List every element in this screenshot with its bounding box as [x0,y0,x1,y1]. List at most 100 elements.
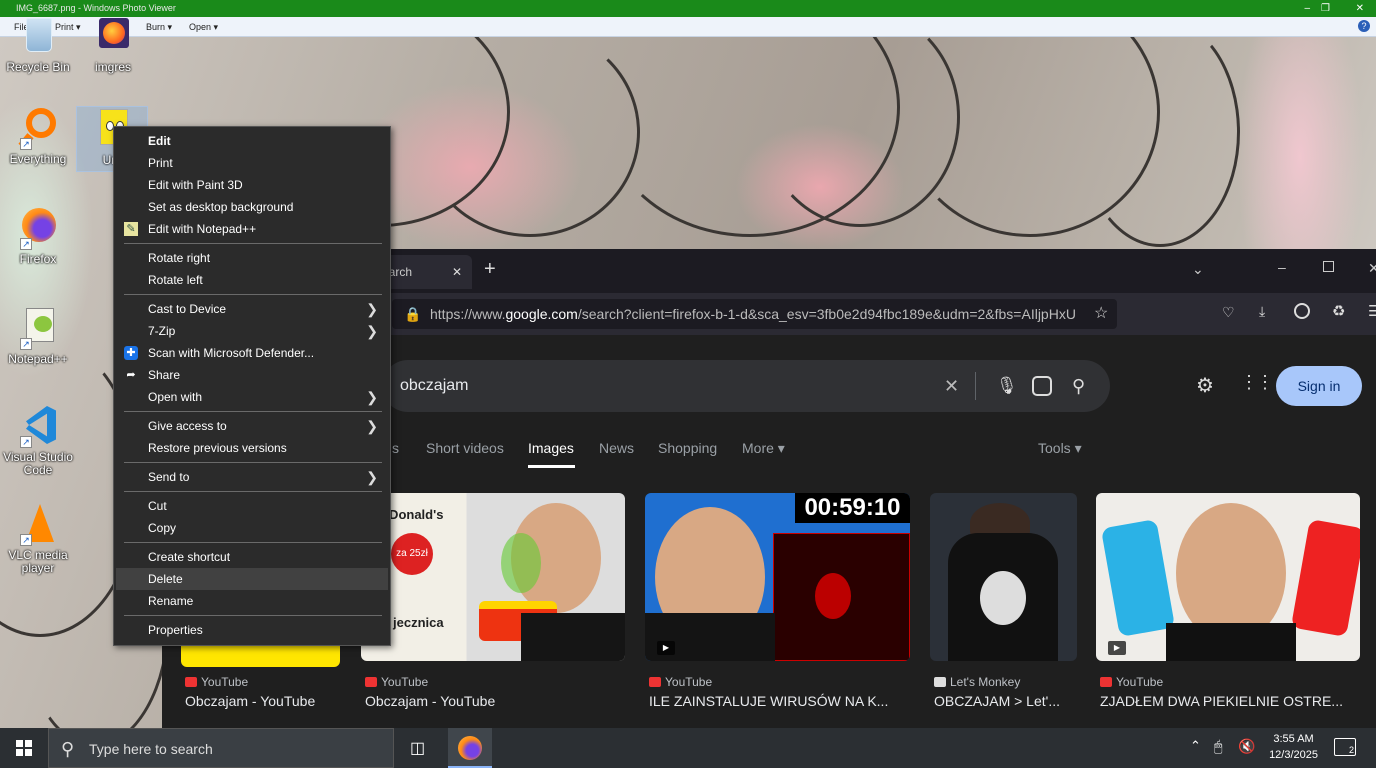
tab-images[interactable]: Images [528,440,574,456]
maximize-icon[interactable]: ❐ [1321,0,1330,17]
tab-close-icon[interactable]: ✕ [452,255,462,289]
search-input[interactable]: obczajam ✕ 🎙 ⚲ [382,360,1110,412]
result-5-title[interactable]: ZJADŁEM DWA PIEKIELNIE OSTRE... [1100,693,1362,709]
settings-gear-icon[interactable]: ⚙ [1196,373,1214,398]
menu-item-share[interactable]: ➦ Share [116,364,388,386]
url-bar[interactable]: 🔒 https://www.google.com/search?client=f… [392,299,1117,329]
new-tab-icon[interactable]: + [484,258,496,281]
result-thumbnail-3[interactable]: 00:59:10 ▶ [645,493,910,661]
menu-item-send-to[interactable]: Send to ❯ [116,466,388,488]
firefox-file-icon [91,14,135,58]
close-icon[interactable]: ✕ [1356,0,1364,17]
menu-separator [124,615,382,616]
volume-muted-icon[interactable]: 🔇 [1238,738,1255,755]
menu-open[interactable]: Open ▾ [189,22,218,33]
submenu-arrow-icon: ❯ [366,389,378,405]
menu-item-7zip[interactable]: 7-Zip ❯ [116,320,388,342]
downloads-icon[interactable]: ⤓ [1259,303,1265,320]
youtube-icon [365,677,377,687]
result-1-title[interactable]: Obczajam - YouTube [185,693,345,709]
list-tabs-chevron-icon[interactable]: ⌄ [1192,261,1204,278]
result-3-title[interactable]: ILE ZAINSTALUJE WIRUSÓW NA K... [649,693,911,709]
help-icon[interactable]: ? [1358,20,1370,32]
minimize-icon[interactable]: – [1278,259,1286,275]
lens-icon[interactable] [1032,376,1052,396]
tab-more[interactable]: More ▾ [742,440,785,457]
vscode-icon: ↗ [16,404,60,448]
menu-item-rename[interactable]: Rename [116,590,388,612]
clear-search-icon[interactable]: ✕ [944,360,959,412]
menu-item-edit-notepadpp[interactable]: ✎ Edit with Notepad++ [116,218,388,240]
desktop-icon-notepadpp[interactable]: ↗ Notepad++ [1,306,75,366]
shortcut-arrow-icon: ↗ [20,436,32,448]
desktop-icon-firefox[interactable]: ↗ Firefox [1,206,75,266]
extensions-icon[interactable]: ♻ [1332,302,1345,320]
desktop-icon-recycle-bin[interactable]: Recycle Bin [1,14,75,74]
menu-item-rotate-right[interactable]: Rotate right [116,247,388,269]
desktop-icon-everything[interactable]: ↗ Everything [1,106,75,166]
menu-item-open-with[interactable]: Open with ❯ [116,386,388,408]
menu-item-scan-defender[interactable]: ✚ Scan with Microsoft Defender... [116,342,388,364]
photo-viewer-menubar: File Print ▾ Burn ▾ Open ▾ ? [0,17,1376,37]
video-play-icon: ▶ [657,641,675,655]
result-5-source[interactable]: YouTube [1100,675,1163,689]
result-1-source[interactable]: YouTube [185,675,248,689]
desktop-icon-vlc[interactable]: ↗ VLC media player [1,502,75,575]
menu-item-edit-paint3d[interactable]: Edit with Paint 3D [116,174,388,196]
tab-all[interactable]: s [392,440,399,456]
menu-item-edit[interactable]: Edit [116,130,388,152]
menu-item-give-access[interactable]: Give access to ❯ [116,415,388,437]
result-2-source[interactable]: YouTube [365,675,428,689]
tools-button[interactable]: Tools ▾ [1038,440,1082,457]
voice-search-icon[interactable]: 🎙 [996,360,1018,412]
desktop-icon-vscode[interactable]: ↗ Visual Studio Code [1,404,75,477]
show-hidden-icons-chevron-icon[interactable]: ⌃ [1190,738,1201,754]
bookmark-star-icon[interactable]: ☆ [1094,303,1108,323]
video-play-icon: ▶ [1108,641,1126,655]
recycle-bin-icon [16,14,60,58]
result-3-source[interactable]: YouTube [649,675,712,689]
vlc-icon: ↗ [16,502,60,546]
result-thumbnail-2[interactable]: McDonald's za 25zł jecznica [361,493,625,661]
maximize-icon[interactable] [1323,261,1334,272]
result-thumbnail-5[interactable]: ▶ [1096,493,1360,661]
account-icon[interactable] [1294,303,1310,319]
tab-news[interactable]: News [599,440,634,456]
defender-shield-icon: ✚ [124,346,138,360]
menu-item-restore-versions[interactable]: Restore previous versions [116,437,388,459]
menu-item-copy[interactable]: Copy [116,517,388,539]
sign-in-button[interactable]: Sign in [1276,366,1362,406]
tab-short-videos[interactable]: Short videos [426,440,504,456]
task-view-icon[interactable]: ◫ [410,738,425,758]
clock[interactable]: 3:55 AM 12/3/2025 [1269,731,1318,763]
pocket-icon[interactable]: ♡ [1222,304,1235,321]
menu-separator [124,542,382,543]
result-4-source[interactable]: Let's Monkey [934,675,1020,689]
menu-icon[interactable]: ☰ [1368,302,1376,320]
menu-item-cast-to-device[interactable]: Cast to Device ❯ [116,298,388,320]
search-icon[interactable]: ⚲ [1072,360,1085,412]
network-icon[interactable]: 🖱 [1214,738,1222,755]
windows-start-icon[interactable] [16,740,32,756]
desktop-icon-imgres[interactable]: imgres [76,14,150,74]
minimize-icon[interactable]: – [1304,0,1310,17]
taskbar-firefox-button[interactable] [448,728,492,768]
close-icon[interactable]: ✕ [1368,260,1376,277]
taskbar-search-input[interactable]: ⚲ Type here to search [48,728,394,768]
notification-center-icon[interactable]: 2 [1334,738,1356,756]
window-title: IMG_6687.png - Windows Photo Viewer [16,3,176,13]
result-2-title[interactable]: Obczajam - YouTube [365,693,625,709]
menu-item-rotate-left[interactable]: Rotate left [116,269,388,291]
menu-item-cut[interactable]: Cut [116,495,388,517]
menu-item-delete[interactable]: Delete [116,568,388,590]
tab-shopping[interactable]: Shopping [658,440,717,456]
result-4-title[interactable]: OBCZAJAM > Let'... [934,693,1080,709]
menu-item-print[interactable]: Print [116,152,388,174]
menu-item-create-shortcut[interactable]: Create shortcut [116,546,388,568]
search-divider [975,372,976,400]
menu-item-set-desktop-background[interactable]: Set as desktop background [116,196,388,218]
result-thumbnail-4[interactable] [930,493,1077,661]
menu-item-properties[interactable]: Properties [116,619,388,641]
shortcut-arrow-icon: ↗ [20,138,32,150]
shortcut-arrow-icon: ↗ [20,534,32,546]
